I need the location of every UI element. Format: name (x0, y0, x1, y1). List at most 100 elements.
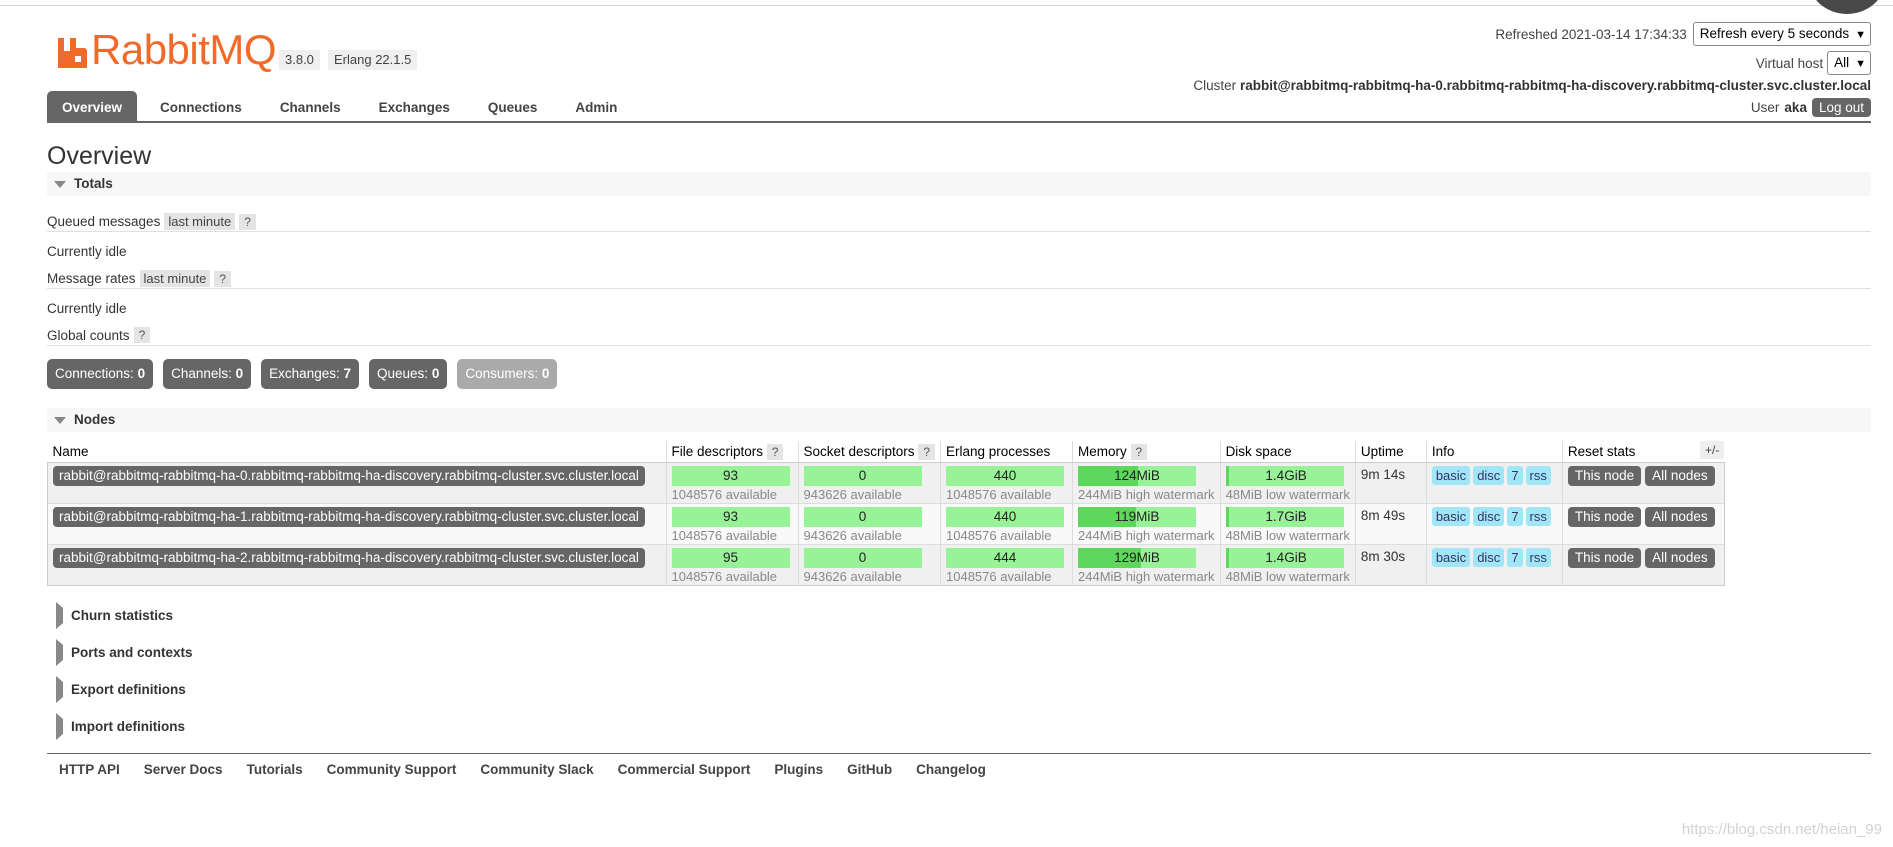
nodes-section-toggle[interactable]: Nodes (47, 408, 1871, 432)
refresh-row: Refreshed 2021-03-14 17:34:33 Refresh ev… (1495, 22, 1871, 46)
footer-link-server-docs[interactable]: Server Docs (144, 762, 223, 777)
reset-all-nodes-button[interactable]: All nodes (1645, 507, 1715, 527)
totals-section-toggle[interactable]: Totals (47, 172, 1871, 196)
global-counts-label: Global counts (47, 327, 130, 343)
socket-descriptors-bar: 0 (803, 466, 922, 486)
vhost-row: Virtual host All ▼ (1756, 51, 1871, 75)
churn-statistics-toggle[interactable]: Churn statistics (47, 602, 173, 629)
node-name-link[interactable]: rabbit@rabbitmq-rabbitmq-ha-0.rabbitmq-r… (53, 466, 645, 486)
reset-all-nodes-button[interactable]: All nodes (1645, 466, 1715, 486)
reset-all-nodes-button[interactable]: All nodes (1645, 548, 1715, 568)
rates-range-selector[interactable]: last minute (139, 270, 211, 287)
file-descriptors-bar: 93 (671, 466, 790, 486)
info-count-tag[interactable]: 7 (1507, 466, 1523, 485)
col-info: Info (1425, 441, 1563, 463)
memory-bar: 124MiB (1078, 466, 1196, 486)
ep-available: 1048576 available (946, 487, 1052, 502)
import-definitions-toggle[interactable]: Import definitions (47, 713, 185, 740)
info-rss-tag[interactable]: rss (1525, 507, 1551, 526)
erlang-processes-bar: 440 (946, 466, 1064, 486)
footer-link-tutorials[interactable]: Tutorials (247, 762, 303, 777)
user-row: User aka Log out (1751, 98, 1871, 117)
info-basic-tag[interactable]: basic (1431, 507, 1471, 526)
reset-this-node-button[interactable]: This node (1567, 507, 1642, 527)
memory-watermark: 244MiB high watermark (1078, 569, 1215, 584)
logo-wordmark: RabbitMQ (91, 26, 277, 73)
page-title: Overview (47, 142, 152, 170)
info-rss-tag[interactable]: rss (1525, 548, 1551, 567)
disk-watermark: 48MiB low watermark (1225, 569, 1350, 584)
reset-this-node-button[interactable]: This node (1567, 548, 1642, 568)
disk-space-bar: 1.4GiB (1225, 466, 1344, 486)
node-name-link[interactable]: rabbit@rabbitmq-rabbitmq-ha-1.rabbitmq-r… (53, 507, 645, 527)
table-header-row: Name File descriptors ? Socket descripto… (47, 441, 1725, 463)
vhost-select[interactable]: All ▼ (1827, 51, 1871, 75)
tab-channels[interactable]: Channels (265, 91, 356, 122)
column-toggle-button[interactable]: +/- (1700, 441, 1725, 459)
footer-link-github[interactable]: GitHub (847, 762, 892, 777)
info-disc-tag[interactable]: disc (1473, 466, 1505, 485)
sd-available: 943626 available (803, 569, 902, 584)
triangle-right-icon (56, 713, 63, 740)
file-descriptors-bar: 95 (671, 548, 790, 568)
logout-button[interactable]: Log out (1811, 98, 1871, 117)
message-rates-row: Message rates last minute ? (47, 270, 232, 287)
queues-count-button[interactable]: Queues: 0 (369, 359, 448, 389)
info-basic-tag[interactable]: basic (1431, 466, 1471, 485)
info-rss-tag[interactable]: rss (1525, 466, 1551, 485)
tab-queues[interactable]: Queues (473, 91, 553, 122)
global-counts-row: Global counts ? (47, 327, 151, 343)
info-disc-tag[interactable]: disc (1473, 507, 1505, 526)
cluster-label: Cluster (1193, 78, 1237, 93)
help-icon[interactable]: ? (214, 270, 232, 287)
footer-link-http-api[interactable]: HTTP API (59, 762, 120, 777)
info-count-tag[interactable]: 7 (1507, 507, 1523, 526)
info-disc-tag[interactable]: disc (1473, 548, 1505, 567)
queued-messages-row: Queued messages last minute ? (47, 213, 256, 230)
export-definitions-toggle[interactable]: Export definitions (47, 676, 186, 703)
help-icon[interactable]: ? (133, 327, 151, 343)
footer-link-plugins[interactable]: Plugins (774, 762, 823, 777)
help-icon[interactable]: ? (766, 444, 784, 460)
erlang-processes-bar: 440 (946, 507, 1064, 527)
footer-link-changelog[interactable]: Changelog (916, 762, 986, 777)
vhost-label: Virtual host (1755, 55, 1824, 71)
col-uptime: Uptime (1354, 441, 1427, 463)
help-icon[interactable]: ? (918, 444, 935, 460)
queued-range-selector[interactable]: last minute (164, 213, 236, 230)
footer-link-community-slack[interactable]: Community Slack (480, 762, 593, 777)
table-row: rabbit@rabbitmq-rabbitmq-ha-1.rabbitmq-r… (47, 503, 1725, 545)
triangle-right-icon (56, 639, 63, 666)
user-label: User (1750, 100, 1780, 115)
info-count-tag[interactable]: 7 (1507, 548, 1523, 567)
col-erlang-processes: Erlang processes (940, 441, 1073, 463)
node-name-link[interactable]: rabbit@rabbitmq-rabbitmq-ha-2.rabbitmq-r… (53, 548, 645, 568)
col-name[interactable]: Name (47, 441, 666, 463)
refresh-interval-select[interactable]: Refresh every 5 seconds ▼ (1692, 22, 1871, 46)
tab-overview[interactable]: Overview (47, 91, 138, 122)
exchanges-count-button[interactable]: Exchanges: 7 (261, 359, 359, 389)
tab-connections[interactable]: Connections (145, 91, 257, 122)
consumers-count-button[interactable]: Consumers: 0 (457, 359, 558, 389)
info-basic-tag[interactable]: basic (1431, 548, 1471, 567)
erlang-version: Erlang 22.1.5 (328, 50, 418, 70)
reset-this-node-button[interactable]: This node (1567, 466, 1642, 486)
socket-descriptors-bar: 0 (803, 548, 922, 568)
footer-divider (47, 753, 1871, 754)
tab-exchanges[interactable]: Exchanges (364, 91, 465, 122)
rabbitmq-logo[interactable]: RabbitMQ TM (58, 26, 288, 73)
help-icon[interactable]: ? (239, 213, 256, 230)
memory-bar: 119MiB (1078, 507, 1196, 527)
corner-badge (1808, 0, 1886, 14)
tab-admin[interactable]: Admin (560, 91, 632, 122)
footer-link-community-support[interactable]: Community Support (327, 762, 457, 777)
ports-contexts-toggle[interactable]: Ports and contexts (47, 639, 193, 666)
footer-link-commercial-support[interactable]: Commercial Support (618, 762, 751, 777)
watermark-text: https://blog.csdn.net/heian_99 (1681, 821, 1882, 838)
connections-count-button[interactable]: Connections: 0 (47, 359, 154, 389)
footer-links: HTTP API Server Docs Tutorials Community… (59, 762, 986, 777)
channels-count-button[interactable]: Channels: 0 (163, 359, 252, 389)
chevron-down-icon: ▼ (1855, 29, 1866, 41)
help-icon[interactable]: ? (1130, 444, 1148, 460)
col-file-descriptors: File descriptors ? (665, 441, 798, 463)
